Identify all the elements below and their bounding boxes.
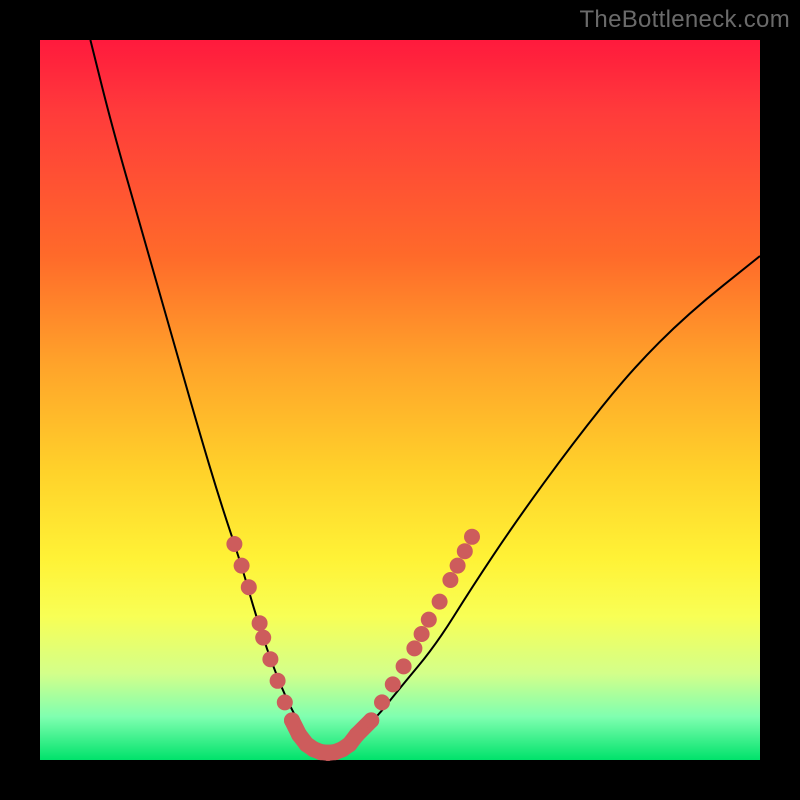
watermark-text: TheBottleneck.com: [579, 6, 790, 34]
data-marker: [421, 612, 437, 628]
data-marker: [442, 572, 458, 588]
data-marker: [277, 694, 293, 710]
data-marker: [414, 626, 430, 642]
marker-group: [226, 529, 480, 761]
data-marker: [252, 615, 268, 631]
bottleneck-curve: [90, 40, 760, 751]
plot-area: [40, 40, 760, 760]
data-marker: [270, 673, 286, 689]
data-marker: [234, 558, 250, 574]
data-marker: [385, 676, 401, 692]
data-marker: [396, 658, 412, 674]
data-marker: [284, 712, 300, 728]
data-marker: [226, 536, 242, 552]
data-marker: [406, 640, 422, 656]
data-marker: [255, 630, 271, 646]
data-marker: [432, 594, 448, 610]
chart-svg: [40, 40, 760, 760]
data-marker: [349, 727, 365, 743]
curve-group: [90, 40, 760, 751]
data-marker: [374, 694, 390, 710]
data-marker: [241, 579, 257, 595]
data-marker: [262, 651, 278, 667]
outer-frame: TheBottleneck.com: [0, 0, 800, 800]
data-marker: [464, 529, 480, 545]
data-marker: [457, 543, 473, 559]
data-marker: [363, 712, 379, 728]
data-marker: [450, 558, 466, 574]
